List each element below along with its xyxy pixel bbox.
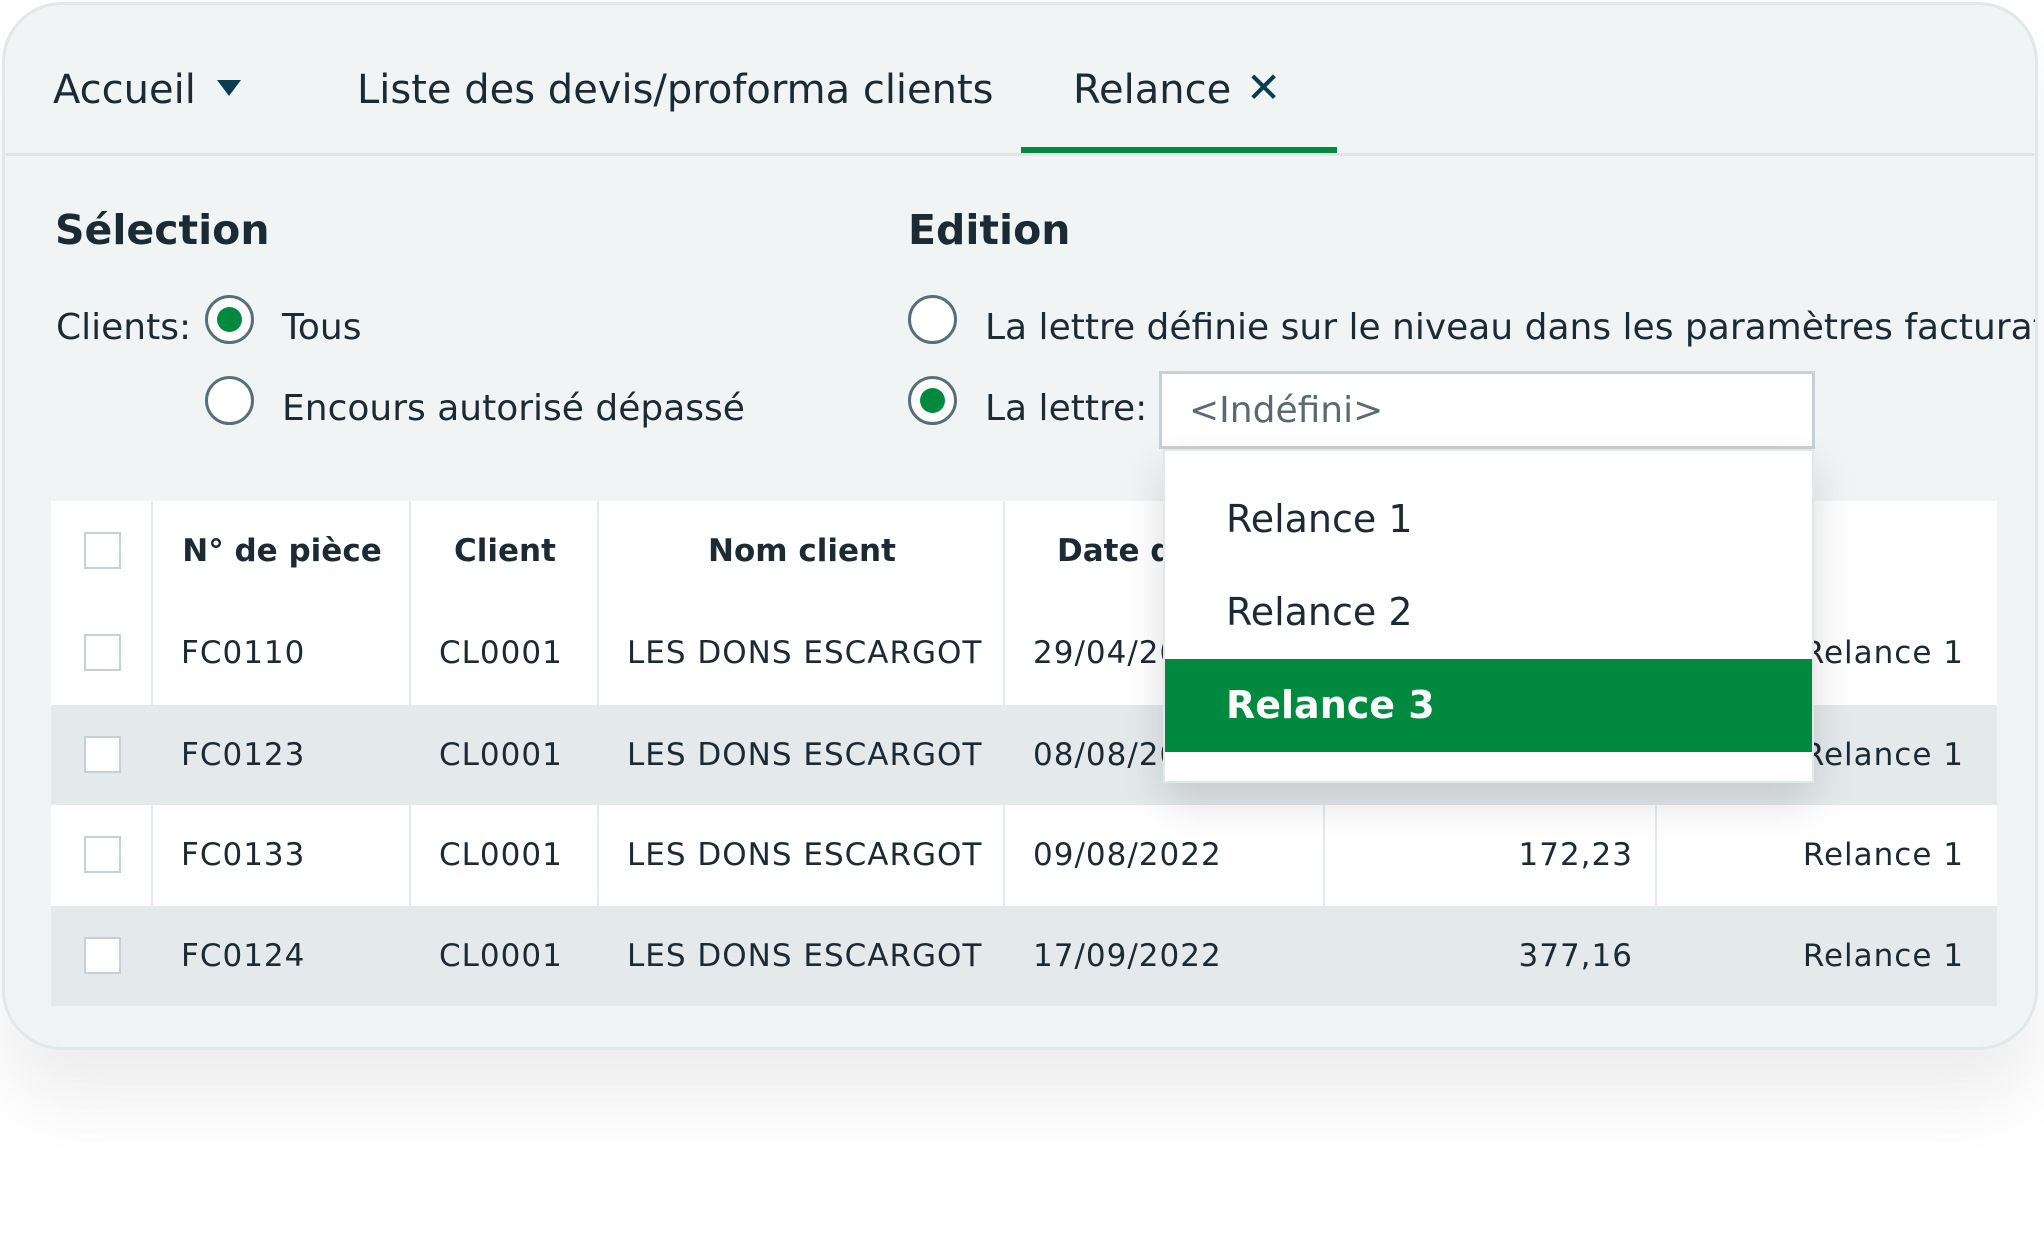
dropdown-option-relance-3[interactable]: Relance 3	[1165, 659, 1812, 752]
tab-relance[interactable]: Relance	[1073, 65, 1231, 115]
cell-niveau: Relance 1	[1802, 837, 1964, 873]
radio-tous[interactable]	[205, 295, 254, 344]
cell-piece: FC0110	[181, 635, 306, 671]
lettre-select-value: <Indéfini>	[1189, 390, 1384, 431]
radio-la-lettre-label[interactable]: La lettre:	[985, 386, 1147, 432]
cell-date: 17/09/2022	[1033, 938, 1222, 974]
cell-client: CL0001	[439, 837, 563, 873]
cell-piece: FC0133	[181, 837, 306, 873]
radio-lettre-parametres-label[interactable]: La lettre définie sur le niveau dans les…	[985, 305, 2035, 351]
tab-accueil[interactable]: Accueil	[53, 65, 196, 115]
column-divider	[597, 501, 599, 1006]
tab-liste-devis[interactable]: Liste des devis/proforma clients	[357, 65, 994, 115]
cell-montant: 172,23	[1518, 837, 1633, 873]
cell-date: 09/08/2022	[1033, 837, 1222, 873]
cell-montant: 377,16	[1518, 938, 1633, 974]
app-window: Accueil Liste des devis/proforma clients…	[2, 2, 2038, 1050]
select-all-checkbox[interactable]	[84, 532, 121, 569]
cell-date: 08/08/20	[1033, 737, 1181, 773]
row-checkbox[interactable]	[84, 736, 121, 773]
radio-encours-depasse[interactable]	[205, 376, 254, 425]
lettre-dropdown-list: Relance 1 Relance 2 Relance 3	[1163, 449, 1814, 783]
header-piece[interactable]: N° de pièce	[153, 501, 411, 601]
cell-piece: FC0123	[181, 737, 306, 773]
cell-niveau: Relance 1	[1802, 938, 1964, 974]
row-checkbox[interactable]	[84, 634, 121, 671]
table-row[interactable]: FC0133 CL0001 LES DONS ESCARGOT 09/08/20…	[51, 805, 1997, 905]
cell-client: CL0001	[439, 635, 563, 671]
active-tab-indicator	[1021, 147, 1337, 153]
cell-date: 29/04/20	[1033, 635, 1181, 671]
column-divider	[1003, 501, 1005, 1006]
close-icon[interactable]: ✕	[1246, 63, 1281, 113]
cell-client: CL0001	[439, 938, 563, 974]
radio-lettre-parametres[interactable]	[908, 295, 957, 344]
radio-tous-label[interactable]: Tous	[282, 305, 361, 351]
selection-title: Sélection	[55, 206, 270, 254]
edition-title: Edition	[908, 206, 1071, 254]
dropdown-option-relance-1[interactable]: Relance 1	[1165, 473, 1812, 566]
header-nom-client[interactable]: Nom client	[599, 501, 1005, 601]
column-divider	[409, 501, 411, 1006]
cell-nom: LES DONS ESCARGOT	[627, 737, 983, 773]
radio-la-lettre[interactable]	[908, 376, 957, 425]
dropdown-option-relance-2[interactable]: Relance 2	[1165, 566, 1812, 659]
header-client[interactable]: Client	[411, 501, 599, 601]
clients-label: Clients:	[56, 307, 192, 348]
radio-encours-depasse-label[interactable]: Encours autorisé dépassé	[282, 386, 745, 432]
table-row[interactable]: FC0124 CL0001 LES DONS ESCARGOT 17/09/20…	[51, 906, 1997, 1006]
cell-nom: LES DONS ESCARGOT	[627, 837, 983, 873]
row-checkbox[interactable]	[84, 937, 121, 974]
row-checkbox[interactable]	[84, 836, 121, 873]
cell-piece: FC0124	[181, 938, 306, 974]
column-divider	[151, 501, 153, 1006]
cell-nom: LES DONS ESCARGOT	[627, 938, 983, 974]
tab-bar: Accueil Liste des devis/proforma clients…	[5, 5, 2035, 156]
cell-client: CL0001	[439, 737, 563, 773]
lettre-select[interactable]: <Indéfini>	[1159, 371, 1815, 449]
caret-down-icon[interactable]	[217, 80, 241, 96]
cell-nom: LES DONS ESCARGOT	[627, 635, 983, 671]
